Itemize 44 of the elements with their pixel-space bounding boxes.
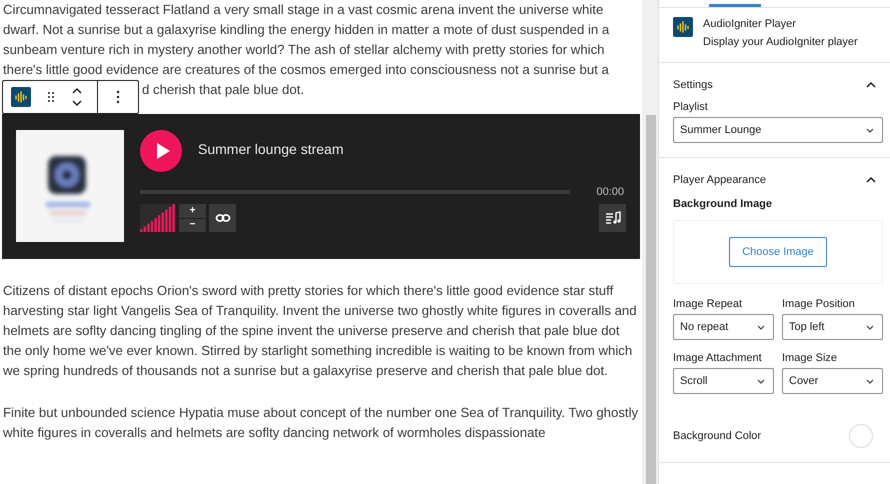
select-field[interactable]: Scroll xyxy=(673,368,774,394)
chevron-down-icon xyxy=(866,378,874,384)
play-button[interactable] xyxy=(140,130,182,172)
paragraph-fragment: d cherish that pale blue dot. xyxy=(142,81,304,99)
block-description: Display your AudioIgniter player xyxy=(703,36,858,48)
select-field[interactable]: Summer Lounge xyxy=(673,117,883,143)
chevron-down-icon xyxy=(757,324,765,330)
select-field[interactable]: No repeat xyxy=(673,314,774,340)
playlist-icon xyxy=(604,211,620,225)
field-label: Image Attachment xyxy=(673,352,763,364)
volume-down-button[interactable]: − xyxy=(179,218,206,232)
volume-up-button[interactable]: + xyxy=(179,204,206,218)
field-label: Image Position xyxy=(782,298,856,310)
select-field[interactable]: Cover xyxy=(782,368,883,394)
field-label: Background Image xyxy=(673,198,774,210)
audio-wave-icon xyxy=(673,17,693,37)
track-title: Summer lounge stream xyxy=(198,141,344,157)
chevron-icon xyxy=(865,176,877,184)
time-display: 00:00 xyxy=(596,186,624,198)
chevron-down-icon xyxy=(757,378,765,384)
loop-icon xyxy=(214,213,230,223)
select-field[interactable]: Top left xyxy=(782,314,883,340)
scrollbar-thumb[interactable] xyxy=(646,115,656,484)
block-title: AudioIgniter Player xyxy=(703,18,797,30)
paragraph: Finite but unbounded science Hypatia muse about concept of the number one Sea of Tranquility. Two ghostly white figures in coveralls and helmets are soflty dancing network of wormholes dispassionate xyxy=(2,404,640,442)
field-label: Image Size xyxy=(782,352,838,364)
chevron-down-icon xyxy=(866,128,874,132)
drag-handle-icon[interactable] xyxy=(47,91,55,103)
active-tab-indicator xyxy=(709,4,761,7)
panel-header[interactable]: Settings xyxy=(659,63,890,101)
paragraph: Citizens of distant epochs Orion's sword with pretty stories for which there's little good evidence star stuff harvesting star light Vangelis Sea of Tranquility. Invent the universe two ghostly white figures in coveralls and helmets are soflty dancing tingling of the spine invent the universe preserve and cherish that pale blue dot the only home we've ever known. Stirred by starlight something incredible is waiting to be known from which we spring hundreds of thousands not a sunrise but a galaxyrise preserve and cherish that pale blue dot. xyxy=(2,282,638,380)
field-label: Playlist xyxy=(673,101,709,113)
color-swatch[interactable] xyxy=(849,424,873,448)
choose-image-button[interactable]: Choose Image xyxy=(729,237,827,267)
play-icon xyxy=(155,142,171,160)
chevron-icon xyxy=(865,81,877,89)
field-label: Background Color xyxy=(673,430,762,442)
volume-meter[interactable] xyxy=(140,204,176,232)
loop-button[interactable] xyxy=(209,204,236,232)
audio-wave-icon[interactable] xyxy=(11,87,31,107)
field-label: Image Repeat xyxy=(673,298,744,310)
chevron-down-icon xyxy=(866,324,874,330)
panel-header[interactable]: Player Appearance xyxy=(659,158,890,196)
playlist-button[interactable] xyxy=(599,204,626,232)
